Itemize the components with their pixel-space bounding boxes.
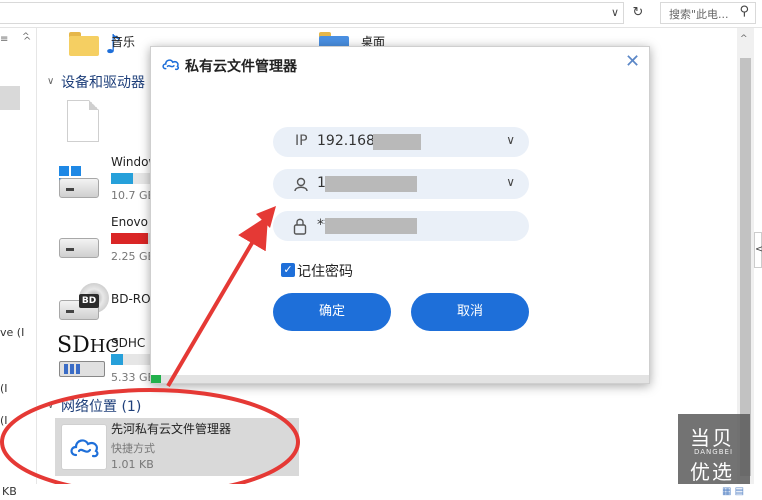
lock-icon: [293, 218, 307, 235]
remember-password-label[interactable]: 记住密码: [297, 261, 353, 281]
search-input[interactable]: 搜索"此电... ⚲: [660, 2, 756, 24]
hard-drive-icon[interactable]: [59, 238, 99, 258]
remember-password-checkbox[interactable]: ✓: [281, 263, 295, 277]
sd-text: SD: [57, 333, 90, 358]
details-pane-toggle[interactable]: <: [754, 232, 762, 268]
bd-badge: BD: [79, 294, 99, 308]
content-scroll-up-icon: ^: [23, 36, 32, 47]
cloud-shortcut-icon: [61, 424, 107, 470]
username-field[interactable]: 1 ∨: [273, 169, 529, 199]
sd-card-icon[interactable]: [59, 361, 105, 377]
nav-selected-item[interactable]: [0, 86, 20, 110]
confirm-button[interactable]: 确定: [273, 293, 391, 331]
drive-label[interactable]: Enovo: [111, 215, 148, 229]
drive-label[interactable]: BD-RO: [111, 292, 151, 306]
network-shortcut-item[interactable]: 先河私有云文件管理器 快捷方式 1.01 KB: [55, 418, 299, 476]
chevron-down-icon[interactable]: ∨: [47, 400, 54, 411]
cloud-logo-icon: [162, 59, 180, 71]
drive-free-space: 5.33 GB: [111, 371, 156, 384]
sdhc-logo: SDHC: [57, 333, 119, 358]
nav-menu-icon[interactable]: ≡: [0, 34, 8, 45]
drive-free-space: 2.25 GB: [111, 250, 156, 263]
drive-label[interactable]: SDHC (: [111, 336, 154, 350]
redacted-mask: [325, 176, 417, 192]
navigation-pane: ≡ ^ ve (I (I (I v: [0, 28, 36, 500]
search-icon[interactable]: ⚲: [739, 4, 749, 19]
redacted-mask: [325, 218, 417, 234]
redacted-mask: [373, 134, 421, 150]
drive-usage-bar: [111, 233, 151, 244]
watermark-line3: 优选: [690, 460, 734, 484]
watermark-line2: DANGBEI: [694, 448, 734, 456]
folder-label-music[interactable]: 音乐: [111, 33, 135, 50]
watermark-line1: 当贝: [690, 426, 734, 450]
scroll-up-icon[interactable]: ^: [740, 34, 748, 44]
status-size: KB: [2, 485, 17, 498]
cancel-button[interactable]: 取消: [411, 293, 529, 331]
view-mode-icons[interactable]: ▦ ▤: [722, 486, 744, 497]
ip-value: 192.168.: [317, 133, 380, 149]
drive-usage-bar: [111, 354, 151, 365]
address-bar: ∨ ↻ 搜索"此电... ⚲: [0, 0, 762, 28]
password-field[interactable]: **: [273, 211, 529, 241]
ip-prefix-label: IP: [295, 133, 308, 149]
shortcut-size: 1.01 KB: [111, 458, 154, 471]
status-bar: KB: [0, 484, 762, 500]
search-placeholder: 搜索"此电...: [669, 8, 729, 21]
hard-drive-icon[interactable]: [59, 178, 99, 198]
login-dialog: 私有云文件管理器 ✕ IP 192.168. ∨ 1 ∨ ** ✓ 记住密码 确…: [150, 46, 650, 384]
shortcut-type: 快捷方式: [111, 442, 155, 455]
user-icon: [294, 177, 308, 192]
connection-progress-bar: [151, 375, 649, 383]
explorer-window: ∨ ↻ 搜索"此电... ⚲ ≡ ^ ve (I (I (I v ^ ♪ 音乐 …: [0, 0, 762, 500]
section-network-heading[interactable]: 网络位置 (1): [61, 396, 141, 416]
nav-item-label[interactable]: (I: [0, 414, 8, 427]
chevron-down-icon[interactable]: ∨: [506, 133, 515, 147]
dialog-title: 私有云文件管理器: [185, 59, 297, 75]
nav-item-label[interactable]: (I: [0, 382, 8, 395]
server-ip-field[interactable]: IP 192.168. ∨: [273, 127, 529, 157]
close-icon[interactable]: ✕: [625, 51, 640, 72]
refresh-icon[interactable]: ↻: [628, 3, 648, 23]
document-icon[interactable]: [67, 100, 99, 142]
drive-free-space: 10.7 GB: [111, 189, 156, 202]
music-folder-icon[interactable]: [69, 32, 99, 56]
drive-usage-bar: [111, 173, 151, 184]
address-dropdown-icon[interactable]: ∨: [606, 4, 624, 22]
chevron-down-icon[interactable]: ∨: [506, 175, 515, 189]
shortcut-name: 先河私有云文件管理器: [111, 422, 232, 436]
address-field[interactable]: [0, 2, 624, 24]
watermark-logo: 当贝 DANGBEI 优选: [678, 414, 750, 484]
nav-item-label[interactable]: ve (I: [0, 326, 24, 339]
section-devices-heading[interactable]: 设备和驱动器: [61, 72, 145, 92]
chevron-down-icon[interactable]: ∨: [47, 76, 54, 87]
